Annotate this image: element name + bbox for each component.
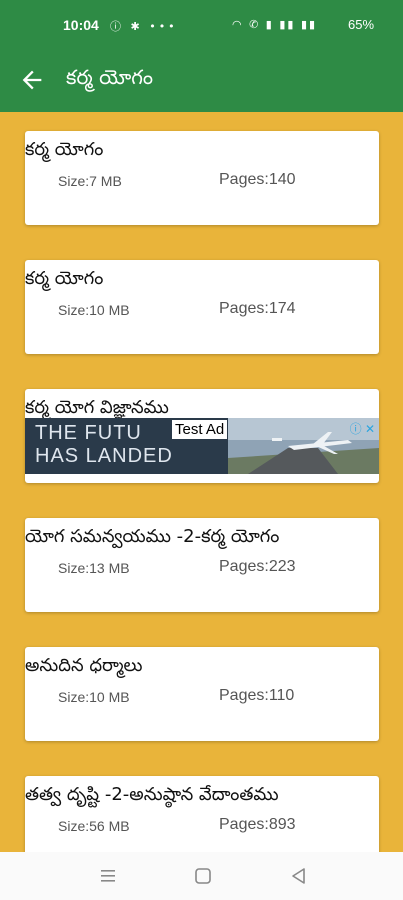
book-pages: Pages:140: [219, 171, 296, 188]
book-card[interactable]: కర్మ యోగం Size:10 MB Pages:174: [25, 260, 379, 354]
book-title: యోగ సమన్వయము -2-కర్మ యోగం: [25, 526, 280, 547]
book-card[interactable]: అనుదిన ధర్మాలు Size:10 MB Pages:110: [25, 647, 379, 741]
book-title: తత్వ దృష్టి -2-అనుష్ఠాన వేదాంతము: [25, 784, 279, 805]
book-pages: Pages:110: [219, 687, 295, 704]
system-nav-bar: [0, 852, 403, 900]
status-time: 10:04: [63, 17, 99, 33]
book-card[interactable]: కర్మ యోగ విజ్ఞానము THE FUTU HAS LANDED T…: [25, 389, 379, 483]
book-size: Size:56 MB: [58, 818, 130, 834]
book-size: Size:7 MB: [58, 173, 122, 189]
book-title: కర్మ యోగం: [25, 139, 104, 160]
battery-level: 65%: [348, 17, 375, 32]
page-title: కర్మ యోగం: [66, 65, 154, 89]
arrow-back-icon[interactable]: [18, 66, 46, 94]
ad-line2: HAS LANDED: [35, 445, 173, 467]
notification-icons: ⓘ ✱ •••: [110, 20, 178, 33]
book-title: అనుదిన ధర్మాలు: [25, 655, 143, 676]
ad-line1: THE FUTU: [35, 422, 142, 444]
ad-headline: THE FUTU HAS LANDED: [35, 422, 173, 468]
ad-choices-icon[interactable]: ⓘ ✕: [350, 420, 375, 437]
book-size: Size:10 MB: [58, 302, 130, 318]
back-nav-icon[interactable]: [289, 866, 309, 886]
book-size: Size:10 MB: [58, 689, 130, 705]
book-title: కర్మ యోగం: [25, 268, 104, 289]
menu-icon[interactable]: [98, 866, 118, 886]
book-pages: Pages:174: [219, 300, 296, 317]
book-pages: Pages:223: [219, 558, 296, 575]
app-bar: కర్మ యోగం: [0, 52, 403, 112]
book-pages: Pages:893: [219, 816, 296, 833]
signal-icons: ◠ ✆ ▮ ▮▮ ▮▮: [232, 18, 318, 31]
book-card[interactable]: యోగ సమన్వయము -2-కర్మ యోగం Size:13 MB Pag…: [25, 518, 379, 612]
test-ad-label: Test Ad: [172, 420, 228, 439]
book-size: Size:13 MB: [58, 560, 130, 576]
banner-ad[interactable]: THE FUTU HAS LANDED Test Ad ⓘ ✕: [25, 418, 379, 474]
book-card[interactable]: కర్మ యోగం Size:7 MB Pages:140: [25, 131, 379, 225]
home-icon[interactable]: [193, 866, 213, 886]
status-bar: 10:04 ⓘ ✱ ••• ◠ ✆ ▮ ▮▮ ▮▮ 65%: [0, 0, 403, 52]
